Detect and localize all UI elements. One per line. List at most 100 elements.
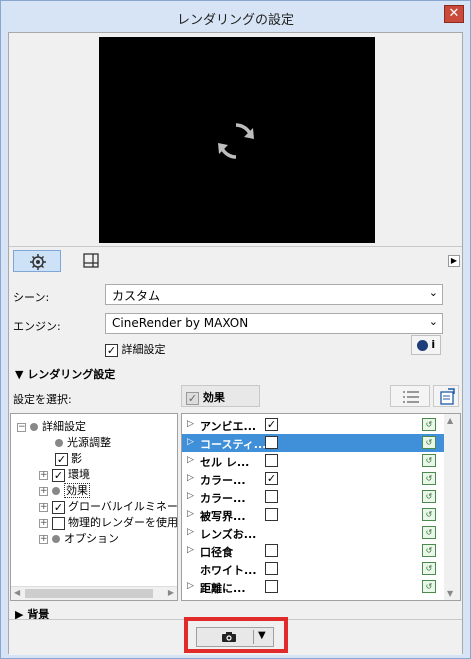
effect-checkbox[interactable]: ✓	[265, 472, 278, 485]
scrollbar-thumb[interactable]	[25, 589, 153, 598]
tree-item-physical-render[interactable]: + 物理的レンダーを使用	[39, 514, 178, 530]
effect-row-1[interactable]: ▷ コースティ... ✓ ↺	[182, 434, 444, 452]
effect-checkbox[interactable]: ✓	[265, 436, 278, 449]
expand-icon[interactable]: +	[39, 534, 48, 544]
effect-name: カラー...	[200, 474, 246, 487]
engine-info-button[interactable]: i	[411, 335, 441, 355]
scroll-down-icon[interactable]: ▼	[447, 589, 453, 598]
expand-triangle-icon[interactable]: ▷	[187, 509, 194, 519]
expand-icon[interactable]: +	[39, 502, 48, 512]
expand-icon[interactable]: +	[39, 486, 48, 496]
detail-settings-checkbox[interactable]: ✓	[105, 343, 118, 357]
engine-dropdown[interactable]: CineRender by MAXON ⌄	[105, 313, 443, 334]
effect-checkbox[interactable]	[265, 490, 278, 503]
effect-checkbox[interactable]	[265, 562, 278, 575]
refresh-icon[interactable]	[212, 117, 260, 165]
expand-triangle-icon[interactable]: ▷	[187, 473, 194, 483]
effect-name: カラー...	[200, 492, 246, 505]
list-view-button[interactable]	[390, 385, 430, 407]
tree-item-effects[interactable]: + 効果	[39, 482, 90, 498]
chevron-down-icon: ⌄	[428, 286, 438, 299]
camera-icon	[222, 632, 236, 642]
global-illumination-checkbox[interactable]: ✓	[52, 500, 65, 514]
shadow-checkbox[interactable]: ✓	[55, 452, 68, 466]
scroll-right-icon[interactable]: ▶	[168, 588, 174, 597]
effect-row-2[interactable]: ▷ セル レ... ↺	[182, 452, 444, 470]
scroll-left-icon[interactable]: ◀	[14, 588, 20, 597]
scene-dropdown[interactable]: カスタム ⌄	[105, 284, 443, 305]
effects-vertical-scrollbar[interactable]: ▲ ▼	[444, 414, 460, 600]
effect-checkbox[interactable]	[265, 544, 278, 557]
edit-icon[interactable]: ↺	[422, 508, 436, 521]
effect-name: 距離に...	[200, 582, 246, 595]
close-button[interactable]: ✕	[444, 5, 464, 23]
physical-render-checkbox[interactable]	[52, 516, 65, 530]
preview-area	[9, 33, 462, 246]
tree-item-options[interactable]: + オプション	[39, 530, 119, 546]
settings-tree[interactable]: − 詳細設定 光源調整 ✓ 影 + ✓ 環境 + 効果 + ✓ グローバルイルミネーシ + 物理…	[10, 413, 178, 601]
dropdown-arrow-icon[interactable]: ▼	[258, 630, 266, 641]
tab-size[interactable]	[67, 250, 115, 272]
edit-icon[interactable]: ↺	[422, 580, 436, 593]
edit-icon[interactable]: ↺	[422, 490, 436, 503]
edit-icon[interactable]: ↺	[422, 526, 436, 539]
scroll-up-icon[interactable]: ▲	[447, 416, 453, 425]
edit-icon[interactable]: ↺	[422, 562, 436, 575]
rendering-settings-header[interactable]: ▼ レンダリング設定	[9, 363, 462, 383]
tree-horizontal-scrollbar[interactable]: ◀ ▶	[11, 586, 177, 600]
export-button[interactable]	[433, 385, 459, 407]
tab-settings[interactable]	[13, 250, 61, 272]
effect-row-9[interactable]: ▷ 距離に... ↺	[182, 578, 444, 596]
collapse-triangle-icon: ▼	[15, 368, 24, 381]
tree-item-label: オプション	[64, 532, 119, 545]
expand-icon[interactable]: +	[39, 470, 48, 480]
effect-row-3[interactable]: ▷ カラー... ✓ ↺	[182, 470, 444, 488]
tree-item-shadow[interactable]: ✓ 影	[55, 450, 82, 466]
effect-checkbox[interactable]: ✓	[265, 418, 278, 431]
tree-item-global-illumination[interactable]: + ✓ グローバルイルミネーシ	[39, 498, 178, 514]
effect-row-4[interactable]: ▷ カラー... ↺	[182, 488, 444, 506]
effect-row-7[interactable]: ▷ 口径食 ↺	[182, 542, 444, 560]
dialog-body: ▶ シーン: カスタム ⌄ エンジン: CineRender by MAXON …	[8, 32, 463, 655]
expand-triangle-icon[interactable]: ▷	[187, 437, 194, 447]
bullet-icon	[30, 423, 38, 431]
expand-triangle-icon[interactable]: ▷	[187, 527, 194, 537]
edit-icon[interactable]: ↺	[422, 472, 436, 485]
engine-label: エンジン:	[13, 320, 61, 333]
edit-icon[interactable]: ↺	[422, 418, 436, 431]
environment-checkbox[interactable]: ✓	[52, 468, 65, 482]
expand-triangle-icon[interactable]: ▷	[187, 545, 194, 555]
expand-icon[interactable]: +	[39, 518, 48, 528]
expand-triangle-icon[interactable]: ▷	[187, 419, 194, 429]
effect-row-8[interactable]: ホワイト... ↺	[182, 560, 444, 578]
tab-scroll-right-icon[interactable]: ▶	[448, 255, 460, 267]
effects-list[interactable]: ▷ アンビエ... ✓ ↺ ▷ コースティ... ✓ ↺ ▷ セル レ... ↺ ▷ カラー...…	[181, 413, 461, 601]
tree-item-label: グローバルイルミネーシ	[68, 500, 178, 513]
collapse-icon[interactable]: −	[17, 422, 26, 432]
size-icon	[83, 253, 99, 268]
edit-icon[interactable]: ↺	[422, 544, 436, 557]
expand-triangle-icon[interactable]: ▷	[187, 455, 194, 465]
effect-name: コースティ...	[200, 438, 267, 451]
edit-icon[interactable]: ↺	[422, 436, 436, 449]
effect-checkbox[interactable]	[265, 508, 278, 521]
expand-triangle-icon[interactable]: ▷	[187, 581, 194, 591]
tree-item-environment[interactable]: + ✓ 環境	[39, 466, 90, 482]
effects-header-checkbox[interactable]: ✓	[186, 391, 199, 405]
title-bar: レンダリングの設定 ✕	[1, 1, 470, 33]
effect-row-6[interactable]: ▷ レンズお... ↺	[182, 524, 444, 542]
edit-icon[interactable]: ↺	[422, 454, 436, 467]
effect-checkbox[interactable]	[265, 580, 278, 593]
effect-row-0[interactable]: ▷ アンビエ... ✓ ↺	[182, 416, 444, 434]
tree-item-detail-settings[interactable]: − 詳細設定	[17, 418, 86, 434]
effect-row-5[interactable]: ▷ 被写界... ↺	[182, 506, 444, 524]
effect-checkbox[interactable]	[265, 454, 278, 467]
expand-triangle-icon[interactable]: ▷	[187, 491, 194, 501]
tree-item-label: 物理的レンダーを使用	[68, 516, 178, 529]
effect-name: セル レ...	[200, 456, 250, 469]
tree-item-light-adjust[interactable]: 光源調整	[55, 434, 111, 450]
bullet-icon	[55, 439, 63, 447]
effects-header-toggle[interactable]: ✓ 効果	[181, 385, 260, 407]
render-button[interactable]: ▼	[196, 627, 274, 647]
detail-settings-option[interactable]: ✓ 詳細設定	[105, 341, 166, 357]
